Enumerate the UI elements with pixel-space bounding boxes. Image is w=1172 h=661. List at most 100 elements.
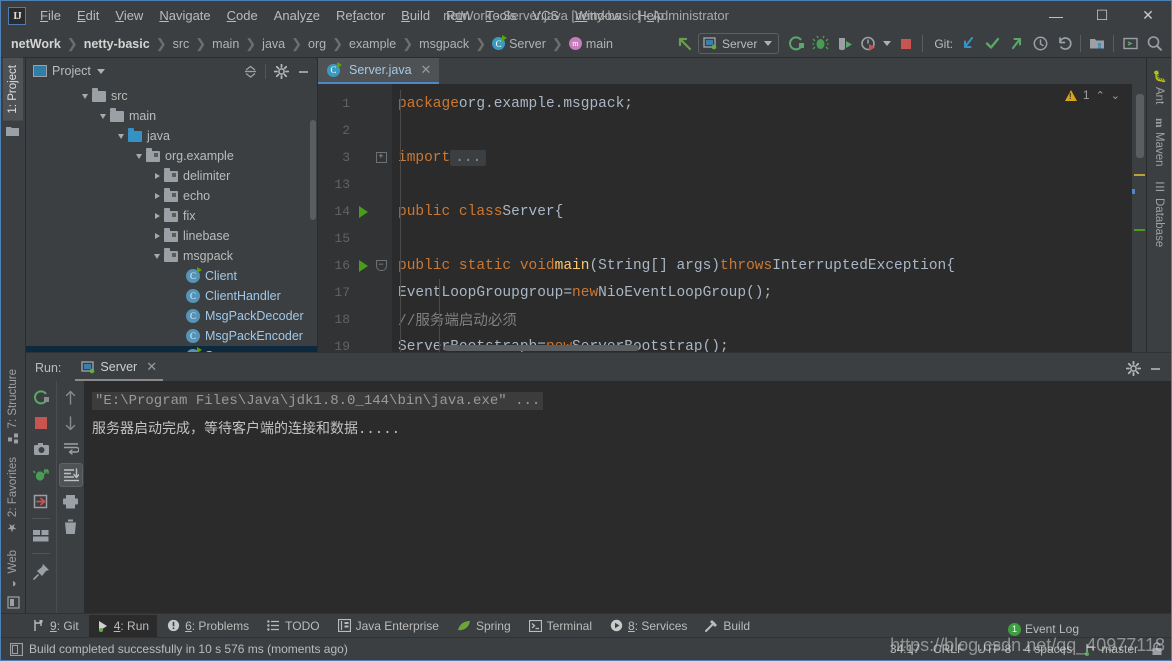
editor-horizontal-scrollbar[interactable] xyxy=(444,345,639,351)
up-arrow-icon[interactable] xyxy=(59,385,83,409)
sidebar-item-maven[interactable]: m Maven xyxy=(1149,111,1169,173)
file-encoding[interactable]: UTF-8 xyxy=(977,642,1011,656)
print-icon[interactable] xyxy=(59,489,83,513)
chevron-down-icon[interactable]: ⌄ xyxy=(1111,89,1120,102)
code-text[interactable]: package org. example. msgpack; import ... … xyxy=(392,84,1132,352)
tool-window-todo[interactable]: TODO xyxy=(259,615,327,637)
stop-icon[interactable] xyxy=(895,33,917,55)
editor-vertical-scrollbar[interactable] xyxy=(1136,94,1144,158)
menu-window[interactable]: Window xyxy=(567,5,629,26)
breadcrumb-netty-basic[interactable]: netty-basic xyxy=(82,36,152,52)
sidebar-item-ant[interactable]: 🐛 Ant xyxy=(1148,62,1170,111)
line-separator[interactable]: CRLF xyxy=(933,642,964,656)
tree-item-fix[interactable]: fix xyxy=(26,206,317,226)
project-structure-icon[interactable] xyxy=(1086,33,1108,55)
gear-icon[interactable] xyxy=(1123,358,1143,378)
chevron-right-icon[interactable] xyxy=(150,173,164,179)
chevron-right-icon[interactable] xyxy=(150,193,164,199)
tree-item-delimiter[interactable]: delimiter xyxy=(26,166,317,186)
tree-item-server[interactable]: C Server xyxy=(26,346,317,352)
fold-expand-icon[interactable]: + xyxy=(375,152,387,163)
close-button[interactable]: ✕ xyxy=(1125,1,1171,30)
breadcrumb-main[interactable]: main xyxy=(210,36,241,52)
chevron-down-icon[interactable] xyxy=(96,113,110,119)
menu-file[interactable]: File xyxy=(32,5,69,26)
tool-window-terminal[interactable]: Terminal xyxy=(521,615,600,637)
collapse-all-icon[interactable] xyxy=(240,61,260,81)
pin-icon[interactable] xyxy=(29,559,53,583)
breadcrumb-msgpack[interactable]: msgpack xyxy=(417,36,471,52)
soft-wrap-icon[interactable] xyxy=(59,437,83,461)
update-project-icon[interactable] xyxy=(957,33,979,55)
sidebar-item-structure[interactable]: 7: Structure xyxy=(3,362,23,450)
search-everywhere-icon[interactable] xyxy=(1143,33,1165,55)
run-gutter-icon[interactable] xyxy=(358,259,368,272)
tool-window-services[interactable]: 8: Services xyxy=(602,615,695,637)
layout-icon[interactable] xyxy=(29,524,53,548)
indent-setting[interactable]: 4 spaces xyxy=(1024,642,1072,656)
close-icon[interactable]: ✕ xyxy=(421,62,432,78)
caret-position[interactable]: 34:17 xyxy=(890,642,920,656)
run-tab-server[interactable]: Server ✕ xyxy=(75,355,164,381)
chevron-down-icon[interactable] xyxy=(78,93,92,99)
debug-icon[interactable] xyxy=(809,33,831,55)
maximize-button[interactable]: ☐ xyxy=(1079,1,1125,30)
sidebar-item-project[interactable]: 1: Project xyxy=(3,58,23,121)
rail-bottom-icon[interactable] xyxy=(6,596,20,613)
tree-item-org-example[interactable]: org.example xyxy=(26,146,317,166)
history-icon[interactable] xyxy=(1029,33,1051,55)
warning-marker[interactable] xyxy=(1134,174,1145,176)
chevron-up-icon[interactable]: ⌃ xyxy=(1096,89,1105,102)
tree-item-echo[interactable]: echo xyxy=(26,186,317,206)
tool-window-build[interactable]: Build xyxy=(697,615,758,637)
chevron-right-icon[interactable] xyxy=(150,233,164,239)
editor-marker-bar[interactable] xyxy=(1132,84,1146,352)
editor-gutter[interactable]: 1 2 3 + 13 14 15 16− 17 18 19 xyxy=(318,84,392,354)
scroll-to-end-icon[interactable] xyxy=(58,463,83,487)
exit-icon[interactable] xyxy=(29,489,53,513)
menu-navigate[interactable]: Navigate xyxy=(151,5,218,26)
breadcrumb-src[interactable]: src xyxy=(171,36,192,52)
menu-refactor[interactable]: Refactor xyxy=(328,5,393,26)
tree-item-clienthandler[interactable]: C ClientHandler xyxy=(26,286,317,306)
run-gutter-icon[interactable] xyxy=(358,205,368,218)
rerun-icon[interactable] xyxy=(29,385,53,409)
tool-window-java-enterprise[interactable]: Java Enterprise xyxy=(330,615,447,637)
tree-item-msgpack[interactable]: msgpack xyxy=(26,246,317,266)
rollback-icon[interactable] xyxy=(1053,33,1075,55)
project-tree-scrollbar[interactable] xyxy=(310,120,316,220)
breadcrumb-netwrok[interactable]: netWork xyxy=(9,36,63,52)
tool-window-run[interactable]: 4: Run xyxy=(88,614,158,637)
project-tree[interactable]: src main java org.example delimiter echo… xyxy=(26,84,317,352)
console-output[interactable]: "E:\Program Files\Java\jdk1.8.0_144\bin\… xyxy=(84,381,1171,613)
event-log-widget[interactable]: 1 Event Log xyxy=(1007,622,1079,636)
breadcrumb-example[interactable]: example xyxy=(347,36,398,52)
menu-run[interactable]: Run xyxy=(438,5,478,26)
menu-code[interactable]: Code xyxy=(219,5,266,26)
tree-item-java[interactable]: java xyxy=(26,126,317,146)
commit-icon[interactable] xyxy=(981,33,1003,55)
menu-tools[interactable]: Tools xyxy=(478,5,524,26)
lock-icon[interactable] xyxy=(1151,642,1163,656)
fold-collapse-icon[interactable]: − xyxy=(375,260,387,271)
menu-analyze[interactable]: Analyze xyxy=(266,5,328,26)
chevron-down-icon[interactable] xyxy=(114,133,128,139)
sidebar-item-database[interactable]: ☰ Database xyxy=(1148,173,1170,254)
run-with-coverage-icon[interactable] xyxy=(833,33,855,55)
chevron-down-icon[interactable] xyxy=(132,153,146,159)
tree-item-src[interactable]: src xyxy=(26,86,317,106)
tab-server-java[interactable]: C Server.java ✕ xyxy=(318,58,440,84)
gear-icon[interactable] xyxy=(271,61,291,81)
menu-edit[interactable]: Edit xyxy=(69,5,107,26)
chevron-right-icon[interactable] xyxy=(150,213,164,219)
sidebar-item-favorites[interactable]: ★ 2: Favorites xyxy=(2,450,24,542)
chevron-down-icon[interactable] xyxy=(96,68,105,74)
breadcrumb-java[interactable]: java xyxy=(260,36,287,52)
tool-window-problems[interactable]: 6: Problems xyxy=(159,615,257,637)
profiler-icon[interactable] xyxy=(857,33,879,55)
run-icon[interactable] xyxy=(785,33,807,55)
menu-view[interactable]: View xyxy=(107,5,151,26)
down-arrow-icon[interactable] xyxy=(59,411,83,435)
minimize-button[interactable]: — xyxy=(1033,1,1079,30)
run-configuration-selector[interactable]: Server xyxy=(697,33,780,54)
